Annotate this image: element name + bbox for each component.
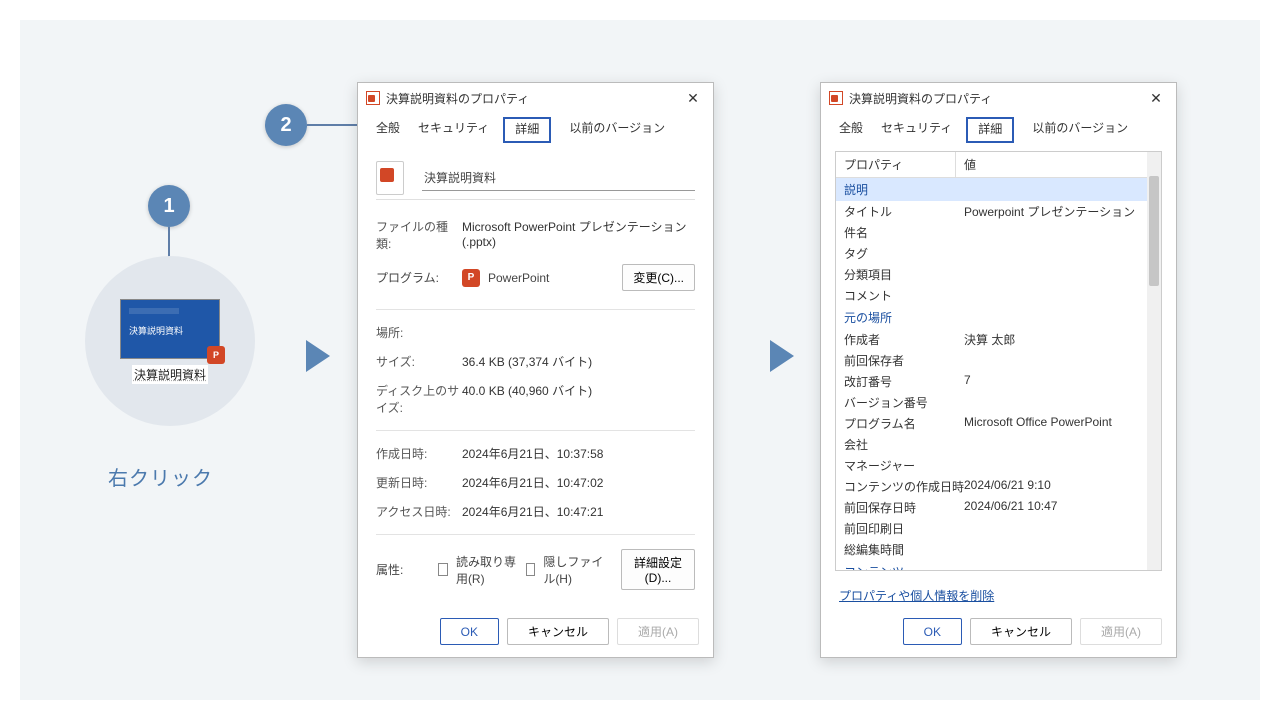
file-thumbnail[interactable]: 決算説明資料 P 決算説明資料 [85, 256, 255, 426]
tab-details-highlighted[interactable]: 詳細 [503, 117, 551, 143]
list-item: 分類項目 [836, 264, 1161, 285]
step-badge-2: 2 [265, 104, 307, 146]
details-list[interactable]: プロパティ 値 説明 タイトルPowerpoint プレゼンテーション 件名 タ… [835, 151, 1162, 571]
group-contents: コンテンツ [836, 560, 1161, 571]
list-item: 前回保存日時2024/06/21 10:47 [836, 497, 1161, 518]
label-created: 作成日時: [376, 445, 462, 462]
powerpoint-app-icon: P [462, 269, 480, 287]
column-header-value[interactable]: 値 [956, 152, 1161, 177]
group-description: 説明 [836, 178, 1161, 201]
filename-field[interactable]: 決算説明資料 [422, 165, 695, 191]
value-modified: 2024年6月21日、10:47:02 [462, 474, 695, 491]
list-item: 作成者決算 太郎 [836, 329, 1161, 350]
remove-properties-link[interactable]: プロパティや個人情報を削除 [839, 587, 994, 604]
powerpoint-file-icon [376, 161, 404, 195]
label-modified: 更新日時: [376, 474, 462, 491]
powerpoint-file-icon [829, 91, 843, 105]
close-button[interactable]: ✕ [681, 89, 705, 107]
list-item: タグ [836, 243, 1161, 264]
label-location: 場所: [376, 324, 462, 341]
label-size-on-disk: ディスク上のサイズ: [376, 382, 462, 416]
dialog-title: 決算説明資料のプロパティ [386, 90, 529, 107]
change-program-button[interactable]: 変更(C)... [622, 264, 695, 291]
properties-dialog-general: 決算説明資料のプロパティ ✕ 全般 セキュリティ 詳細 以前のバージョン 決算説… [357, 82, 714, 658]
powerpoint-file-icon [366, 91, 380, 105]
tab-bar: 全般 セキュリティ 詳細 以前のバージョン [821, 113, 1176, 143]
value-created: 2024年6月21日、10:37:58 [462, 445, 695, 462]
column-header-property[interactable]: プロパティ [836, 152, 956, 177]
tab-bar: 全般 セキュリティ 詳細 以前のバージョン [358, 113, 713, 143]
cancel-button[interactable]: キャンセル [970, 618, 1072, 645]
scrollbar-thumb[interactable] [1149, 176, 1159, 286]
list-item: コンテンツの作成日時2024/06/21 9:10 [836, 476, 1161, 497]
list-item: 総編集時間 [836, 539, 1161, 560]
apply-button[interactable]: 適用(A) [1080, 618, 1162, 645]
label-filetype: ファイルの種類: [376, 218, 462, 252]
powerpoint-slide-thumb: 決算説明資料 P [120, 299, 220, 359]
value-size: 36.4 KB (37,374 バイト) [462, 353, 695, 370]
readonly-label: 読み取り専用(R) [456, 553, 518, 587]
list-item: コメント [836, 285, 1161, 306]
ok-button[interactable]: OK [903, 618, 962, 645]
list-item: 改訂番号7 [836, 371, 1161, 392]
list-item: タイトルPowerpoint プレゼンテーション [836, 201, 1161, 222]
value-size-on-disk: 40.0 KB (40,960 バイト) [462, 382, 695, 416]
advanced-attributes-button[interactable]: 詳細設定(D)... [621, 549, 695, 590]
tab-previous-versions[interactable]: 以前のバージョン [1032, 119, 1128, 143]
tab-previous-versions[interactable]: 以前のバージョン [569, 119, 665, 143]
close-button[interactable]: ✕ [1144, 89, 1168, 107]
rightclick-caption: 右クリック [108, 462, 213, 491]
arrow-icon [306, 340, 330, 372]
tab-general[interactable]: 全般 [376, 119, 400, 143]
group-origin: 元の場所 [836, 306, 1161, 329]
scrollbar[interactable] [1147, 152, 1161, 570]
value-filetype: Microsoft PowerPoint プレゼンテーション (.pptx) [462, 218, 695, 252]
tab-security[interactable]: セキュリティ [881, 119, 952, 143]
readonly-checkbox[interactable] [438, 563, 448, 576]
step-badge-1: 1 [148, 185, 190, 227]
hidden-checkbox[interactable] [526, 563, 536, 576]
list-item: マネージャー [836, 455, 1161, 476]
label-attributes: 属性: [376, 561, 430, 578]
list-item: プログラム名Microsoft Office PowerPoint [836, 413, 1161, 434]
list-item: 前回保存者 [836, 350, 1161, 371]
tab-details-highlighted[interactable]: 詳細 [966, 117, 1014, 143]
ok-button[interactable]: OK [440, 618, 499, 645]
file-name-label: 決算説明資料 [132, 365, 208, 384]
label-size: サイズ: [376, 353, 462, 370]
label-accessed: アクセス日時: [376, 503, 462, 520]
dialog-title: 決算説明資料のプロパティ [849, 90, 992, 107]
list-item: 前回印刷日 [836, 518, 1161, 539]
hidden-label: 隠しファイル(H) [543, 553, 605, 587]
list-item: バージョン番号 [836, 392, 1161, 413]
powerpoint-badge-icon: P [207, 346, 225, 364]
value-program: PowerPoint [488, 271, 622, 285]
label-program: プログラム: [376, 269, 462, 286]
arrow-icon [770, 340, 794, 372]
list-item: 件名 [836, 222, 1161, 243]
apply-button[interactable]: 適用(A) [617, 618, 699, 645]
slide-title-text: 決算説明資料 [129, 324, 183, 337]
cancel-button[interactable]: キャンセル [507, 618, 609, 645]
properties-dialog-details: 決算説明資料のプロパティ ✕ 全般 セキュリティ 詳細 以前のバージョン プロパ… [820, 82, 1177, 658]
list-item: 会社 [836, 434, 1161, 455]
tab-security[interactable]: セキュリティ [418, 119, 489, 143]
value-accessed: 2024年6月21日、10:47:21 [462, 503, 695, 520]
tab-general[interactable]: 全般 [839, 119, 863, 143]
